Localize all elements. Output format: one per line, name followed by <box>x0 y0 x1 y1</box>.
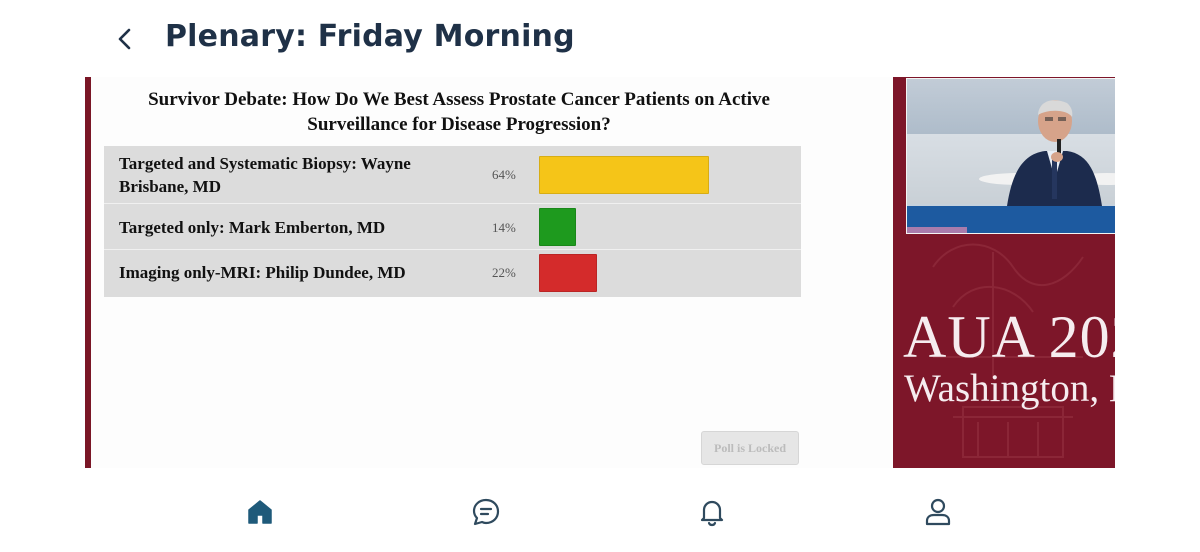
poll-option-row: Targeted and Systematic Biopsy: Wayne Br… <box>104 146 801 204</box>
poll-locked-button: Poll is Locked <box>701 431 799 465</box>
poll-question: Survivor Debate: How Do We Best Assess P… <box>148 89 770 135</box>
nav-home-button[interactable] <box>240 492 280 532</box>
poll-option-percent: 14% <box>492 220 516 235</box>
poll-option-bar <box>539 254 597 292</box>
poll-option-label: Targeted and Systematic Biopsy: Wayne Br… <box>119 154 411 196</box>
poll-option-bar <box>539 156 709 194</box>
back-button[interactable] <box>104 20 144 60</box>
bottom-navigation <box>0 468 1200 552</box>
event-location: Washington, DC <box>904 367 1115 410</box>
poll-option-percent: 64% <box>492 167 516 182</box>
poll-option-label: Imaging only-MRI: Philip Dundee, MD <box>119 263 406 282</box>
page-title: Plenary: Friday Morning <box>165 19 575 54</box>
chevron-left-icon <box>118 28 131 50</box>
poll-results: Targeted and Systematic Biopsy: Wayne Br… <box>104 146 801 297</box>
event-name: AUA 2026 <box>903 304 1115 370</box>
nav-profile-button[interactable] <box>918 492 958 532</box>
poll-option-row: Targeted only: Mark Emberton, MD 14% <box>104 204 801 250</box>
bell-icon <box>700 500 724 527</box>
speaker-image <box>907 100 1115 233</box>
poll-option-bar <box>539 208 576 246</box>
poll-option-label: Targeted only: Mark Emberton, MD <box>119 218 386 237</box>
poll-option-row: Imaging only-MRI: Philip Dundee, MD 22% <box>104 250 801 297</box>
branding-panel: AUA 2026 Washington, DC <box>893 77 1115 468</box>
home-icon <box>248 500 272 524</box>
app-header: Plenary: Friday Morning <box>0 0 1200 78</box>
poll-option-percent: 22% <box>492 265 516 280</box>
speaker-video-feed <box>906 78 1115 234</box>
profile-icon <box>925 498 951 526</box>
poll-slide: Survivor Debate: How Do We Best Assess P… <box>91 77 893 468</box>
nav-notifications-button[interactable] <box>692 492 732 532</box>
chat-icon <box>472 498 500 526</box>
nav-chat-button[interactable] <box>466 492 506 532</box>
presentation-stage: Survivor Debate: How Do We Best Assess P… <box>85 77 1115 468</box>
